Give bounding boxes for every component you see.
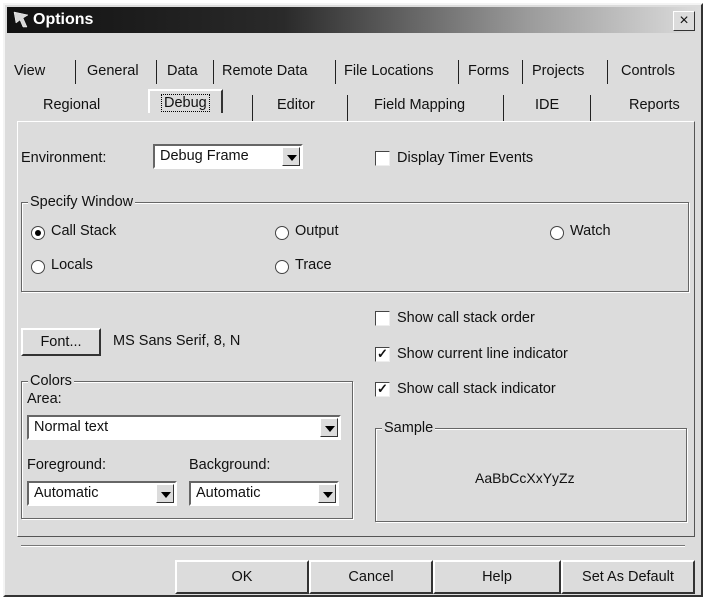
tab-view[interactable]: View [14, 63, 45, 79]
radio-locals-label: Locals [51, 257, 93, 273]
radio-call-stack-label: Call Stack [51, 223, 117, 239]
specify-window-title: Specify Window [28, 194, 136, 210]
area-value: Normal text [34, 419, 109, 435]
environment-value: Debug Frame [160, 148, 249, 164]
tab-file-locations[interactable]: File Locations [344, 63, 433, 79]
radio-trace-label: Trace [295, 257, 332, 273]
radio-output-label: Output [295, 223, 339, 239]
help-button[interactable]: Help [433, 560, 561, 594]
background-label: Background: [189, 457, 271, 473]
colors-title: Colors [28, 373, 74, 389]
foreground-value: Automatic [34, 485, 99, 501]
divider [21, 545, 685, 547]
show-call-stack-order-label: Show call stack order [397, 310, 535, 326]
tab-ide[interactable]: IDE [535, 97, 559, 113]
dropdown-arrow-icon[interactable] [318, 484, 336, 503]
tab-remote-data[interactable]: Remote Data [222, 63, 307, 79]
font-button[interactable]: Font... [21, 328, 101, 356]
show-call-stack-order-checkbox[interactable] [375, 311, 390, 326]
window-title: Options [33, 11, 94, 28]
environment-label: Environment: [21, 150, 107, 166]
area-select[interactable]: Normal text [27, 415, 341, 440]
title-bar[interactable]: Options × [7, 7, 699, 33]
tab-forms[interactable]: Forms [468, 63, 509, 79]
radio-call-stack[interactable] [31, 226, 45, 240]
tab-debug[interactable]: Debug [148, 89, 223, 113]
foreground-label: Foreground: [27, 457, 106, 473]
set-as-default-button[interactable]: Set As Default [561, 560, 695, 594]
tab-reports[interactable]: Reports [629, 97, 680, 113]
background-value: Automatic [196, 485, 261, 501]
show-call-stack-indicator-checkbox[interactable]: ✓ [375, 382, 390, 397]
foreground-select[interactable]: Automatic [27, 481, 177, 506]
display-timer-label: Display Timer Events [397, 150, 534, 166]
tab-general[interactable]: General [87, 63, 139, 79]
options-dialog: Options × View General Data Remote Data … [3, 3, 703, 597]
radio-locals[interactable] [31, 260, 45, 274]
ok-button[interactable]: OK [175, 560, 309, 594]
show-current-line-checkbox[interactable]: ✓ [375, 347, 390, 362]
dropdown-arrow-icon[interactable] [156, 484, 174, 503]
font-value: MS Sans Serif, 8, N [113, 333, 241, 349]
dropdown-arrow-icon[interactable] [320, 418, 338, 437]
tab-debug-label: Debug [161, 94, 210, 112]
radio-watch[interactable] [550, 226, 564, 240]
radio-output[interactable] [275, 226, 289, 240]
radio-trace[interactable] [275, 260, 289, 274]
close-icon[interactable]: × [673, 11, 695, 31]
background-select[interactable]: Automatic [189, 481, 339, 506]
area-label: Area: [27, 391, 62, 407]
sample-text: AaBbCcXxYyZz [475, 470, 575, 486]
radio-watch-label: Watch [570, 223, 611, 239]
cancel-button[interactable]: Cancel [309, 560, 433, 594]
dropdown-arrow-icon[interactable] [282, 147, 300, 166]
tab-data[interactable]: Data [167, 63, 198, 79]
tab-projects[interactable]: Projects [532, 63, 584, 79]
environment-select[interactable]: Debug Frame [153, 144, 303, 169]
tab-field-mapping[interactable]: Field Mapping [374, 97, 465, 113]
show-current-line-label: Show current line indicator [397, 346, 568, 362]
tab-regional[interactable]: Regional [43, 97, 100, 113]
show-call-stack-indicator-label: Show call stack indicator [397, 381, 556, 397]
display-timer-checkbox[interactable] [375, 151, 390, 166]
specify-window-group: Specify Window [21, 194, 689, 292]
app-icon [13, 11, 29, 28]
tab-editor[interactable]: Editor [277, 97, 315, 113]
tab-controls[interactable]: Controls [621, 63, 675, 79]
sample-title: Sample [382, 420, 436, 436]
